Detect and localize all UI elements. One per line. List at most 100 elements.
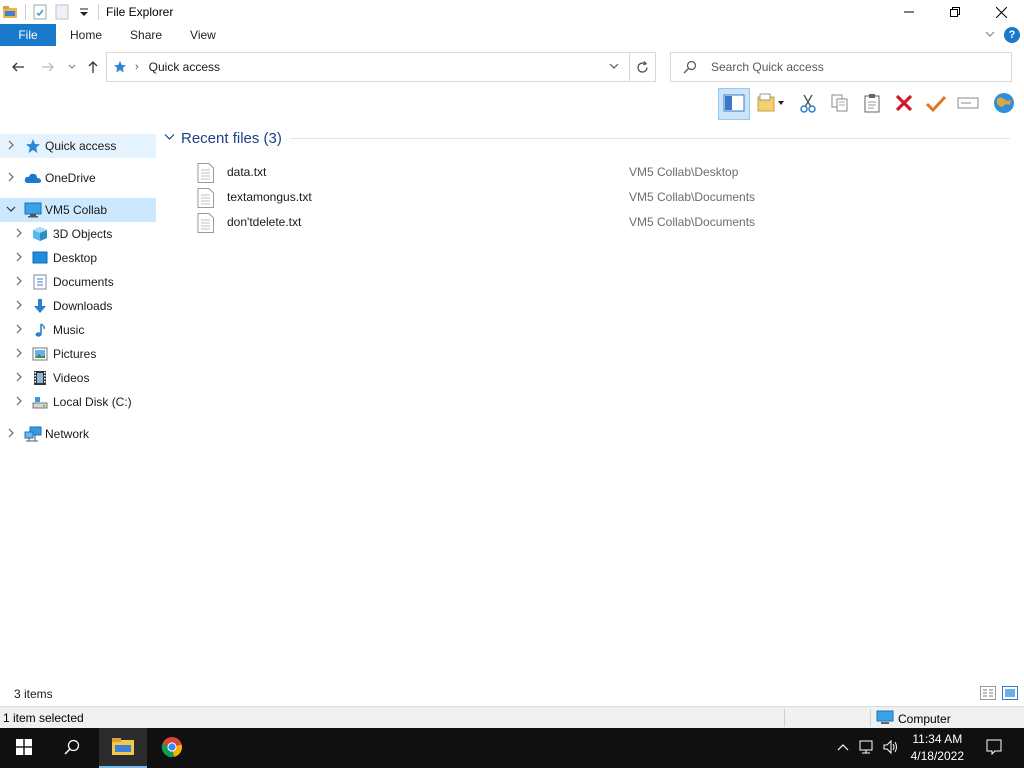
up-button[interactable] — [81, 55, 105, 79]
network-status-icon[interactable] — [859, 740, 875, 757]
nav-item-label: Music — [53, 323, 85, 337]
nav-item-label: VM5 Collab — [45, 203, 108, 217]
expand-chevron-icon[interactable] — [13, 324, 25, 337]
confirm-button[interactable] — [920, 88, 952, 120]
nav-item-onedrive[interactable]: OneDrive — [0, 166, 156, 190]
title-bar: File Explorer — [0, 0, 1024, 24]
copy-button[interactable] — [824, 88, 856, 120]
clock[interactable]: 11:34 AM 4/18/2022 — [911, 731, 964, 765]
help-icon[interactable]: ? — [1004, 27, 1020, 43]
expand-chevron-icon[interactable] — [5, 428, 17, 441]
item-count: 3 items — [14, 687, 53, 701]
expand-chevron-icon[interactable] — [13, 300, 25, 313]
system-tray: 11:34 AM 4/18/2022 — [837, 728, 1024, 768]
file-row[interactable]: data.txt VM5 Collab\Desktop — [194, 160, 994, 184]
tab-file[interactable]: File — [0, 24, 56, 46]
details-status-bar: 1 item selected Computer — [0, 706, 1024, 728]
nav-item-local-disk[interactable]: Local Disk (C:) — [0, 390, 156, 414]
documents-icon — [32, 274, 48, 290]
minimize-button[interactable] — [886, 0, 932, 24]
expand-ribbon-icon[interactable] — [984, 28, 996, 43]
view-toggle — [980, 686, 1018, 703]
nav-item-desktop[interactable]: Desktop — [0, 246, 156, 270]
tab-view[interactable]: View — [176, 24, 230, 46]
nav-item-videos[interactable]: Videos — [0, 366, 156, 390]
file-row[interactable]: don'tdelete.txt VM5 Collab\Documents — [194, 210, 994, 234]
file-location: VM5 Collab\Documents — [629, 215, 756, 229]
search-box[interactable] — [670, 52, 1012, 82]
text-file-icon — [197, 188, 214, 208]
expand-chevron-icon[interactable] — [13, 348, 25, 361]
notifications-icon[interactable] — [986, 739, 1002, 758]
status-bar: 3 items — [0, 684, 1024, 704]
start-button[interactable] — [0, 728, 48, 768]
tab-share[interactable]: Share — [116, 24, 176, 46]
selection-status: 1 item selected — [3, 710, 84, 725]
collapse-chevron-icon[interactable] — [164, 132, 175, 144]
nav-item-3d-objects[interactable]: 3D Objects — [0, 222, 156, 246]
window-controls — [886, 0, 1024, 24]
restore-button[interactable] — [932, 0, 978, 24]
star-icon — [113, 60, 127, 74]
expand-chevron-icon[interactable] — [5, 172, 17, 185]
folder-icon[interactable] — [3, 4, 19, 20]
refresh-button[interactable] — [630, 52, 656, 82]
nav-item-downloads[interactable]: Downloads — [0, 294, 156, 318]
nav-item-music[interactable]: Music — [0, 318, 156, 342]
paste-icon — [862, 93, 882, 116]
address-dropdown-icon[interactable] — [609, 61, 619, 74]
customize-chevron-icon[interactable] — [76, 4, 92, 20]
large-icons-view-icon[interactable] — [1002, 686, 1018, 703]
nav-item-quick-access[interactable]: Quick access — [0, 134, 156, 158]
expand-chevron-icon[interactable] — [5, 140, 17, 153]
video-icon — [32, 370, 48, 386]
search-taskbar-button[interactable] — [48, 728, 96, 768]
file-row[interactable]: textamongus.txt VM5 Collab\Documents — [194, 185, 994, 209]
paste-button[interactable] — [856, 88, 888, 120]
expand-chevron-icon[interactable] — [13, 252, 25, 265]
nav-item-documents[interactable]: Documents — [0, 270, 156, 294]
nav-item-pictures[interactable]: Pictures — [0, 342, 156, 366]
search-input[interactable] — [711, 60, 991, 74]
rename-icon — [957, 93, 979, 116]
file-name: don'tdelete.txt — [227, 215, 302, 229]
expand-chevron-icon[interactable] — [13, 228, 25, 241]
back-button[interactable] — [6, 55, 30, 79]
preview-pane-button[interactable] — [718, 88, 750, 120]
group-header[interactable]: Recent files (3) — [164, 128, 282, 148]
details-view-icon[interactable] — [980, 686, 996, 703]
volume-icon[interactable] — [883, 739, 899, 757]
show-hidden-icons-icon[interactable] — [837, 741, 849, 755]
delete-icon — [894, 93, 914, 116]
close-button[interactable] — [978, 0, 1024, 24]
divider — [784, 709, 785, 727]
properties-icon[interactable] — [32, 4, 48, 20]
expand-chevron-icon[interactable] — [13, 372, 25, 385]
tab-home[interactable]: Home — [56, 24, 116, 46]
globe-button[interactable] — [984, 88, 1024, 120]
nav-item-label: 3D Objects — [53, 227, 113, 241]
breadcrumb[interactable]: Quick access — [149, 60, 220, 74]
rename-button[interactable] — [952, 88, 984, 120]
nav-item-network[interactable]: Network — [0, 422, 156, 446]
delete-button[interactable] — [888, 88, 920, 120]
new-folder-button[interactable] — [750, 88, 792, 120]
address-bar[interactable]: › Quick access — [106, 52, 630, 82]
nav-item-vm5-collab[interactable]: VM5 Collab — [0, 198, 156, 222]
expand-chevron-icon[interactable] — [13, 396, 25, 409]
collapse-chevron-icon[interactable] — [5, 205, 17, 216]
nav-item-label: Videos — [53, 371, 90, 385]
ribbon-right-controls: ? — [984, 24, 1020, 46]
expand-chevron-icon[interactable] — [13, 276, 25, 289]
breadcrumb-chevron-icon[interactable]: › — [135, 61, 139, 73]
taskbar-chrome[interactable] — [148, 728, 196, 768]
nav-item-label: Pictures — [53, 347, 97, 361]
disk-icon — [32, 394, 48, 410]
taskbar-file-explorer[interactable] — [99, 728, 147, 768]
search-icon — [64, 739, 80, 758]
clock-date: 4/18/2022 — [910, 749, 964, 763]
new-document-icon[interactable] — [54, 4, 70, 20]
cut-button[interactable] — [792, 88, 824, 120]
forward-button[interactable] — [36, 55, 60, 79]
nav-item-label: OneDrive — [45, 171, 96, 185]
